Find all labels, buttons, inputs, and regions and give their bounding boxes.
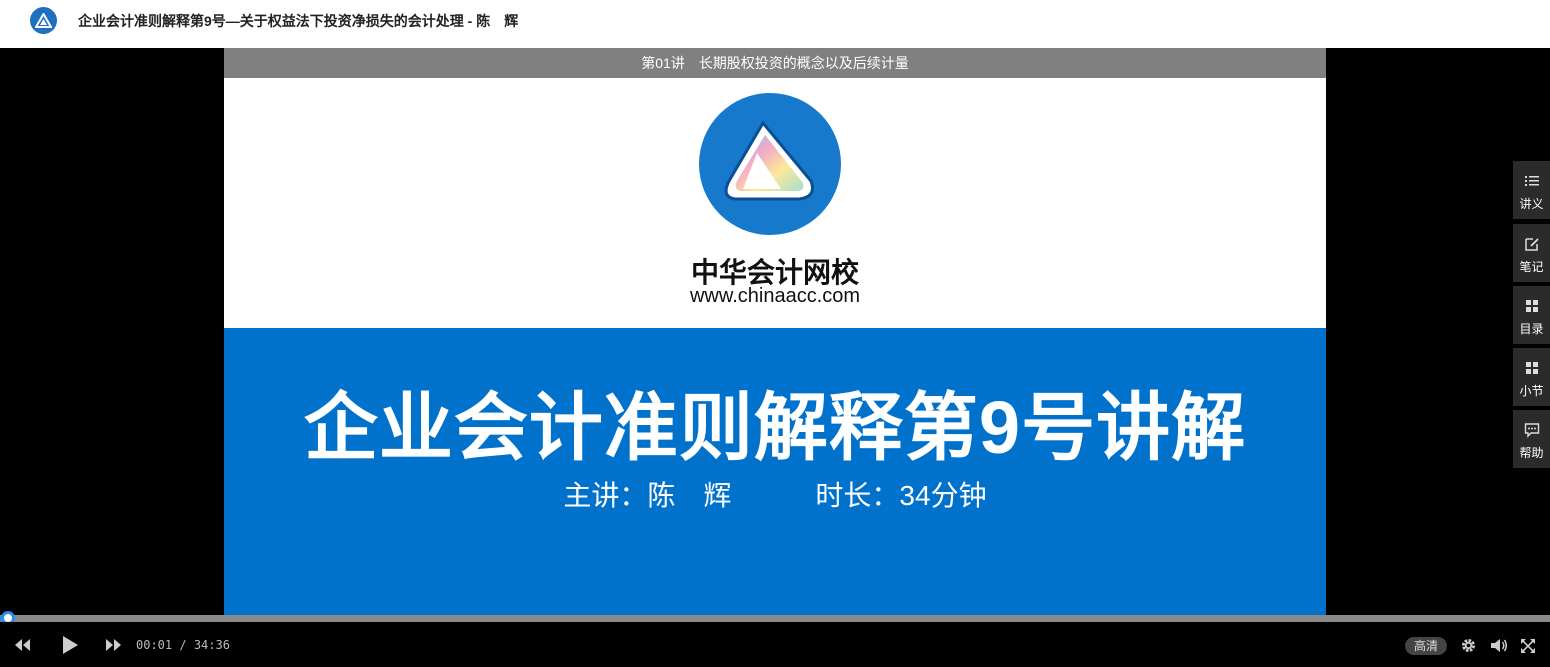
fast-forward-icon[interactable] — [105, 638, 123, 652]
site-logo-icon — [35, 13, 52, 28]
slide-title-area: 企业会计准则解释第9号讲解 主讲：陈 辉 时长：34分钟 — [224, 328, 1326, 615]
current-time: 00:01 — [136, 638, 173, 652]
side-button-help[interactable]: 帮助 — [1513, 410, 1550, 468]
player-controls: 00:01 / 34:36 高清 — [0, 622, 1550, 667]
rewind-icon[interactable] — [13, 638, 31, 652]
video-stage[interactable]: 第01讲 长期股权投资的概念以及后续计量 中华会计网校 www.chinaacc… — [0, 48, 1550, 615]
time-display: 00:01 / 34:36 — [136, 638, 230, 652]
grid-icon — [1526, 362, 1538, 374]
quality-button[interactable]: 高清 — [1405, 637, 1447, 655]
chat-icon — [1524, 423, 1540, 438]
lesson-title: 第01讲 长期股权投资的概念以及后续计量 — [224, 48, 1326, 78]
side-button-label: 笔记 — [1519, 260, 1544, 274]
side-button-notes[interactable]: 笔记 — [1513, 224, 1550, 282]
side-button-label: 目录 — [1519, 322, 1544, 336]
brand-logo-icon — [724, 120, 814, 201]
side-button-sections[interactable]: 小节 — [1513, 348, 1550, 406]
time-separator: / — [172, 638, 194, 652]
progress-bar[interactable] — [0, 615, 1550, 622]
slide-title: 企业会计准则解释第9号讲解 — [303, 386, 1247, 469]
side-button-handout[interactable]: 讲义 — [1513, 161, 1550, 219]
gear-icon[interactable] — [1460, 637, 1477, 654]
page-title: 企业会计准则解释第9号—关于权益法下投资净损失的会计处理 - 陈 辉 — [78, 13, 519, 29]
fullscreen-icon[interactable] — [1520, 638, 1536, 654]
side-button-label: 讲义 — [1519, 197, 1544, 211]
page-header: 企业会计准则解释第9号—关于权益法下投资净损失的会计处理 - 陈 辉 — [0, 0, 1550, 48]
edit-icon — [1525, 238, 1539, 251]
grid-icon — [1526, 300, 1538, 312]
list-icon — [1525, 176, 1539, 186]
play-icon[interactable] — [60, 635, 80, 655]
video-frame[interactable]: 第01讲 长期股权投资的概念以及后续计量 中华会计网校 www.chinaacc… — [224, 48, 1326, 615]
brand-logo — [699, 93, 841, 235]
brand-url: www.chinaacc.com — [689, 285, 861, 307]
side-button-label: 小节 — [1519, 384, 1544, 398]
side-button-label: 帮助 — [1519, 446, 1544, 460]
volume-icon[interactable] — [1490, 637, 1508, 654]
side-button-catalog[interactable]: 目录 — [1513, 286, 1550, 344]
slide-brand-area: 中华会计网校 www.chinaacc.com — [224, 78, 1326, 328]
slide-meta: 主讲：陈 辉 时长：34分钟 — [563, 480, 987, 511]
duration: 34:36 — [193, 638, 230, 652]
site-logo[interactable] — [30, 7, 57, 34]
